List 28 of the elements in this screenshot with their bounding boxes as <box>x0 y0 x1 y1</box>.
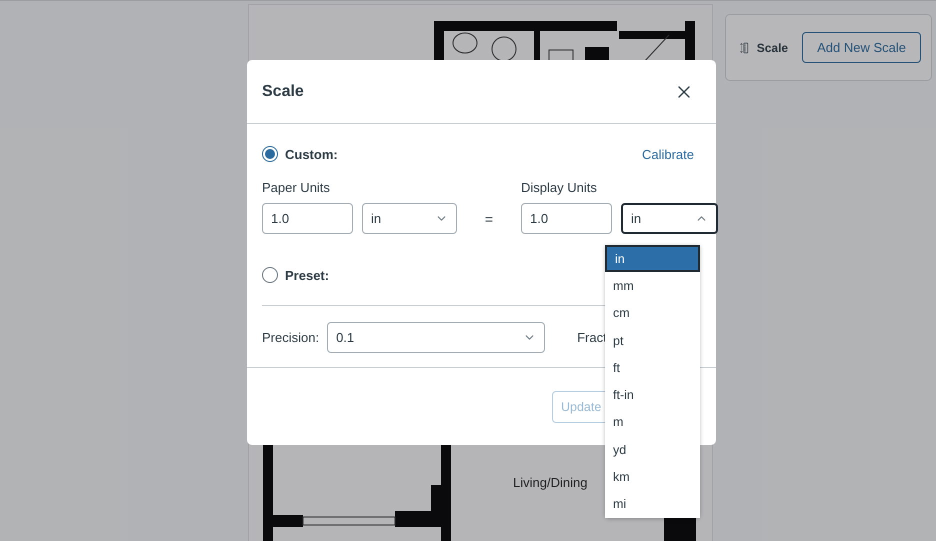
unit-option[interactable]: in <box>605 245 700 272</box>
scale-label: Scale <box>756 40 788 54</box>
radio-button[interactable] <box>262 267 278 283</box>
calibrate-link[interactable]: Calibrate <box>642 146 694 162</box>
unit-option[interactable]: ft <box>605 354 700 382</box>
dialog-title: Scale <box>262 82 304 100</box>
display-unit-select[interactable]: in <box>621 203 718 234</box>
unit-option[interactable]: pt <box>605 326 700 354</box>
unit-option[interactable]: ft-in <box>605 381 700 409</box>
unit-option[interactable]: m <box>605 408 700 436</box>
add-scale-button[interactable]: Add New Scale <box>802 32 921 63</box>
unit-option[interactable]: km <box>605 463 700 491</box>
unit-option[interactable]: mm <box>605 272 700 300</box>
unit-option[interactable]: cm <box>605 300 700 327</box>
precision-label: Precision: <box>262 330 320 345</box>
custom-label: Custom: <box>285 146 338 162</box>
display-value-field[interactable]: 1.0 <box>521 203 612 234</box>
precision-select[interactable]: 0.1 <box>327 322 546 353</box>
paper-value-field[interactable]: 1.0 <box>262 203 353 234</box>
room-label: Living/Dining <box>513 475 588 490</box>
display-units-label: Display Units <box>521 180 598 195</box>
paper-units-label: Paper Units <box>262 180 331 195</box>
paper-unit-select[interactable]: in <box>362 203 457 234</box>
preset-label: Preset: <box>285 268 330 282</box>
radio-button[interactable] <box>262 146 278 162</box>
unit-option[interactable]: yd <box>605 436 700 464</box>
unit-option[interactable]: mi <box>605 490 700 518</box>
equals-sign: = <box>484 210 494 226</box>
